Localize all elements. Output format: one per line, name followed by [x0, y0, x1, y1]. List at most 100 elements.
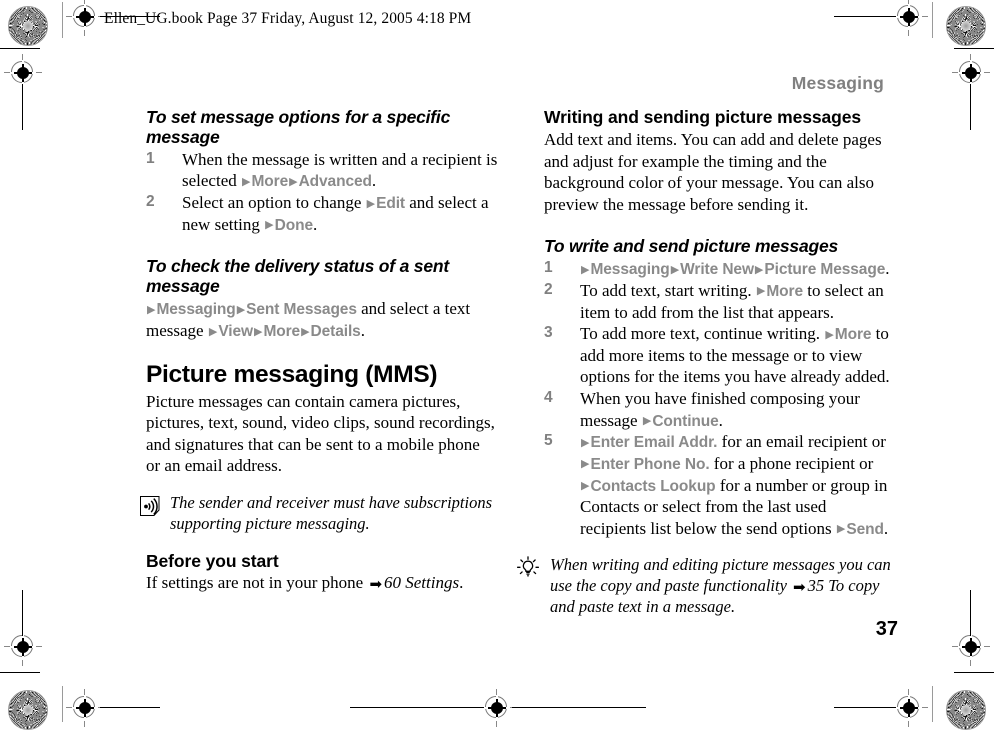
ui-path-arrow-icon: ▶ [265, 218, 274, 232]
registration-mark-bottom-left [66, 689, 104, 727]
right-text-column: Writing and sending picture messages Add… [516, 107, 896, 618]
trim-guide-top-left [62, 2, 63, 38]
procedure-step: 1 When the message is written and a recip… [146, 149, 498, 192]
ui-path-arrow-icon: ▶ [366, 196, 376, 210]
crop-rule-left-upper-v [22, 84, 23, 130]
cross-reference-arrow-icon: ➡ [369, 575, 383, 594]
step-text: ▶Enter Email Addr. for an email recipien… [580, 432, 889, 538]
ui-reference-label: More [834, 326, 872, 344]
crop-rule-bottom-center-right [512, 707, 646, 708]
step-text: When you have finished composing your me… [580, 388, 860, 430]
ui-reference-label: Messaging [590, 261, 670, 279]
ui-path-arrow-icon: ▶ [754, 262, 764, 276]
subheading-writing-sending-picture-messages: Writing and sending picture messages [544, 107, 861, 127]
trim-guide-top-right [932, 2, 933, 38]
ui-reference-label: Send [846, 520, 884, 538]
crop-rule-right-upper-v [970, 84, 971, 130]
subheading-before-you-start: Before you start [146, 550, 279, 571]
ui-path-arrow-icon: ▶ [236, 302, 246, 316]
ui-reference-label: Enter Email Addr. [590, 434, 718, 452]
step-number: 1 [544, 259, 553, 277]
ui-path-arrow-icon: ▶ [581, 479, 590, 493]
cross-reference-label: 60 Settings [384, 573, 460, 593]
section-body-picture-messaging: Picture messages can contain camera pict… [146, 391, 495, 476]
ui-reference-label: Edit [376, 195, 405, 213]
ui-path-arrow-icon: ▶ [242, 174, 251, 188]
section-heading-picture-messaging: Picture messaging (MMS) [146, 360, 438, 388]
running-head-chapter-title: Messaging [791, 73, 884, 93]
broadcast-waves-icon [138, 494, 162, 518]
body-before-you-start: If settings are not in your phone ➡ 60 Se… [146, 573, 464, 594]
moire-target-top-left [8, 6, 48, 46]
ui-path-arrow-icon: ▶ [208, 324, 218, 338]
ui-reference-label: More [263, 323, 301, 341]
procedure-body-check-delivery-status: ▶Messaging▶Sent Messages and select a te… [146, 299, 471, 341]
registration-mark-left-upper [4, 54, 42, 92]
procedure-heading-write-send-picture-messages: To write and send picture messages [544, 236, 839, 257]
ui-path-arrow-icon: ▶ [825, 327, 834, 341]
step-number: 2 [544, 280, 553, 298]
procedure-step: 3 To add more text, continue writing. ▶Mo… [544, 323, 896, 388]
ui-path-arrow-icon: ▶ [836, 522, 846, 536]
ui-reference-label: Details [310, 323, 361, 341]
procedure-heading-check-delivery-status: To check the delivery status of a sent m… [146, 256, 449, 297]
procedure-heading-set-message-options: To set message options for a specific me… [146, 107, 451, 147]
tip-copy-and-paste: When writing and editing picture message… [516, 555, 896, 617]
ui-reference-label: More [766, 282, 803, 300]
step-number: 1 [146, 149, 155, 167]
moire-target-bottom-left [8, 690, 48, 730]
trim-guide-bottom-right [932, 686, 933, 722]
procedure-steps-set-message-options: 1 When the message is written and a recip… [146, 149, 498, 236]
moire-target-bottom-right [946, 690, 986, 730]
crop-rule-left-lower [0, 672, 40, 673]
ui-path-arrow-icon: ▶ [642, 414, 652, 428]
step-text: Select an option to change ▶Edit and sel… [182, 193, 489, 234]
registration-mark-right-upper [952, 54, 990, 92]
registration-mark-bottom-center [478, 689, 516, 727]
file-timestamp-header: Ellen_UG.book Page 37 Friday, August 12,… [104, 10, 472, 27]
procedure-step: 2 Select an option to change ▶Edit and se… [146, 192, 498, 235]
procedure-step: 5 ▶Enter Email Addr. for an email recipie… [544, 431, 896, 539]
ui-reference-label: More [251, 173, 289, 191]
ui-path-arrow-icon: ▶ [756, 284, 766, 298]
procedure-steps-write-send-picture-messages: 1 ▶Messaging▶Write New▶Picture Message. 2 T… [544, 258, 896, 539]
ui-reference-label: View [218, 323, 253, 341]
registration-mark-bottom-right [890, 689, 928, 727]
ui-reference-label: Picture Message [764, 261, 886, 279]
crop-rule-left-lower-v [22, 590, 23, 636]
ui-path-arrow-icon: ▶ [581, 457, 590, 471]
procedure-step: 4 When you have finished composing your m… [544, 388, 896, 431]
registration-mark-left-lower [4, 628, 42, 666]
step-text: To add text, start writing. ▶More to sel… [580, 280, 884, 322]
trim-rule-top-right [834, 16, 896, 17]
step-text: When the message is written and a recipi… [182, 149, 498, 191]
ui-path-arrow-icon: ▶ [301, 324, 310, 338]
procedure-step: 1 ▶Messaging▶Write New▶Picture Message. [544, 258, 896, 280]
body-writing-sending-picture-messages: Add text and items. You can add and dele… [544, 129, 882, 214]
note-subscription-required: The sender and receiver must have subscr… [138, 493, 498, 535]
cross-reference-label: 35 To copy and paste text in a message [550, 576, 880, 617]
ui-reference-label: Continue [652, 412, 719, 430]
ui-reference-label: Write New [680, 261, 754, 279]
ui-path-arrow-icon: ▶ [581, 262, 590, 276]
ui-path-arrow-icon: ▶ [670, 262, 680, 276]
tip-text: When writing and editing picture message… [550, 555, 891, 617]
trim-rule-bottom-left [100, 707, 160, 708]
ui-path-arrow-icon: ▶ [147, 302, 156, 316]
ui-reference-label: Messaging [156, 301, 236, 319]
registration-mark-right-lower [952, 628, 990, 666]
registration-mark-top-left [66, 0, 104, 36]
crop-rule-right-lower [954, 672, 994, 673]
ui-path-arrow-icon: ▶ [253, 324, 263, 338]
crop-rule-right-upper [954, 48, 994, 49]
step-text: To add more text, continue writing. ▶Mor… [580, 324, 890, 387]
ui-path-arrow-icon: ▶ [581, 435, 590, 449]
left-text-column: To set message options for a specific me… [140, 107, 498, 594]
step-number: 4 [544, 388, 553, 406]
ui-reference-label: Sent Messages [246, 301, 357, 319]
ui-reference-label: Done [274, 216, 313, 234]
ui-reference-label: Enter Phone No. [590, 455, 710, 473]
trim-guide-bottom-left [62, 686, 63, 722]
ui-reference-label: Contacts Lookup [590, 477, 716, 495]
step-number: 3 [544, 324, 553, 342]
